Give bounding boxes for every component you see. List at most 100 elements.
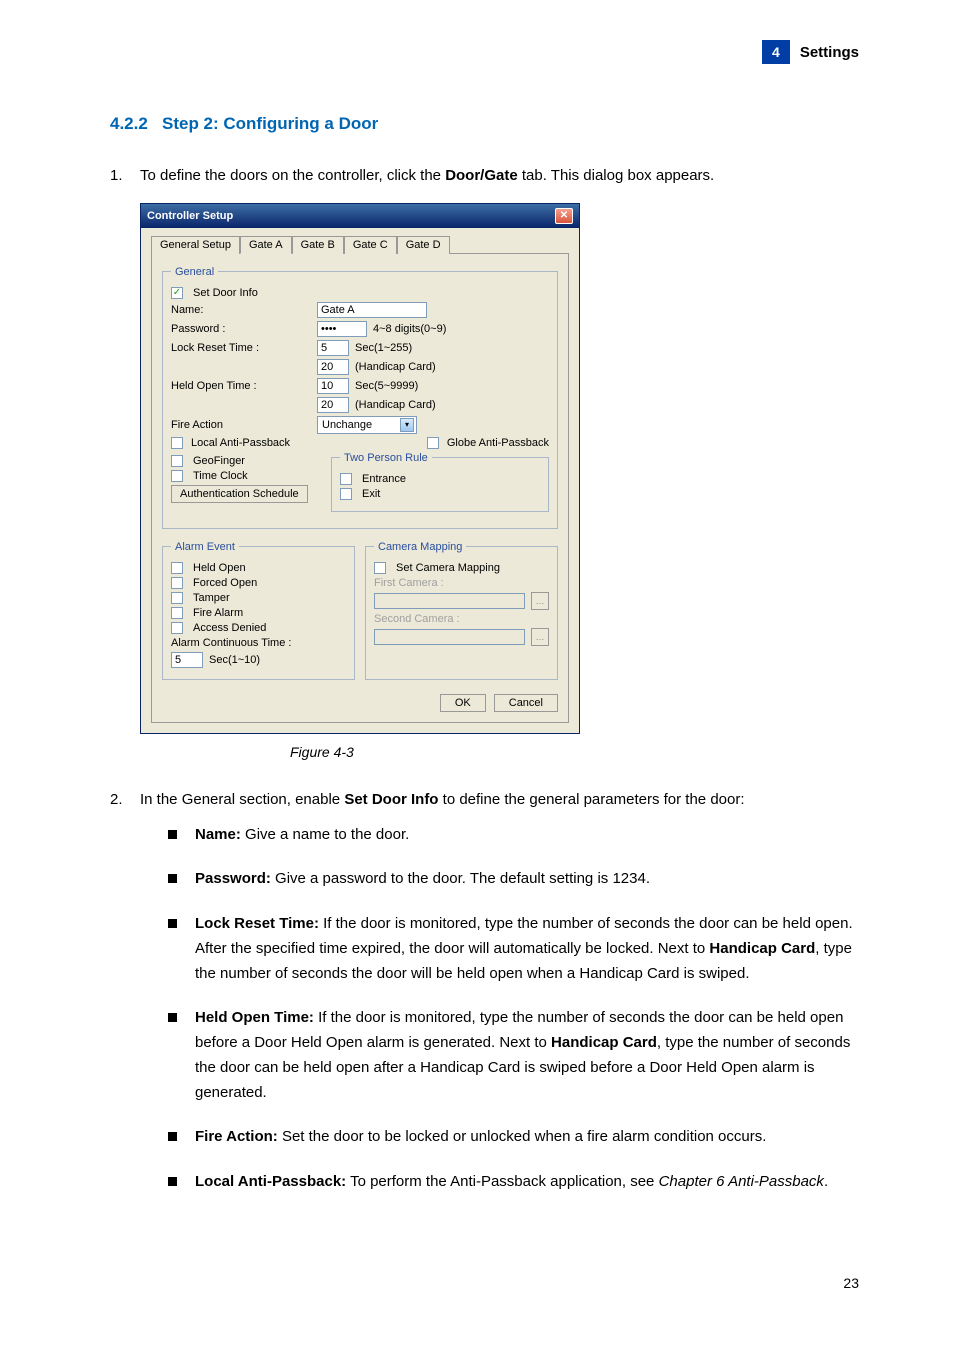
- bullet-held-open: Held Open Time: If the door is monitored…: [168, 1006, 859, 1105]
- lock-reset-hint-1: Sec(1~255): [355, 342, 412, 354]
- two-person-fieldset: Two Person Rule Entrance Exit: [331, 452, 549, 512]
- camera-mapping-fieldset: Camera Mapping Set Camera Mapping First …: [365, 541, 558, 680]
- bullet-fireaction-bold: Fire Action:: [195, 1128, 278, 1145]
- page-number: 23: [110, 1275, 859, 1291]
- exit-label: Exit: [362, 488, 380, 500]
- first-camera-input: [374, 593, 525, 609]
- tamper-label: Tamper: [193, 592, 230, 604]
- bullet-password-bold: Password:: [195, 870, 271, 887]
- forced-open-checkbox[interactable]: [171, 577, 183, 589]
- step-1-number: 1.: [110, 164, 130, 189]
- access-denied-checkbox[interactable]: [171, 622, 183, 634]
- ok-button[interactable]: OK: [440, 694, 486, 712]
- globe-apb-label: Globe Anti-Passback: [447, 437, 549, 449]
- cancel-button[interactable]: Cancel: [494, 694, 558, 712]
- globe-apb-checkbox[interactable]: [427, 437, 439, 449]
- second-camera-browse-button: …: [531, 628, 549, 646]
- local-apb-checkbox[interactable]: [171, 437, 183, 449]
- tab-gate-a[interactable]: Gate A: [240, 236, 292, 254]
- held-open-input-1[interactable]: [317, 378, 349, 394]
- alarm-legend: Alarm Event: [171, 541, 239, 553]
- bullet-localapb-t2: .: [824, 1173, 828, 1190]
- dialog-title: Controller Setup: [147, 210, 233, 222]
- fire-action-label: Fire Action: [171, 419, 311, 431]
- general-fieldset: General Set Door Info Name: Password : 4…: [162, 266, 558, 529]
- two-person-legend: Two Person Rule: [340, 452, 432, 464]
- close-icon[interactable]: ✕: [555, 208, 573, 224]
- bullet-lockreset-bold2: Handicap Card: [709, 940, 815, 957]
- general-legend: General: [171, 266, 218, 278]
- auth-schedule-button[interactable]: Authentication Schedule: [171, 485, 308, 503]
- alarm-cont-hint: Sec(1~10): [209, 654, 260, 666]
- bullet-marker-icon: [168, 830, 177, 839]
- access-denied-label: Access Denied: [193, 622, 266, 634]
- lock-reset-hint-2: (Handicap Card): [355, 361, 436, 373]
- bullet-name-bold: Name:: [195, 826, 241, 843]
- held-open-input-2[interactable]: [317, 397, 349, 413]
- bullet-local-apb: Local Anti-Passback: To perform the Anti…: [168, 1170, 859, 1195]
- bullet-password: Password: Give a password to the door. T…: [168, 867, 859, 892]
- bullet-marker-icon: [168, 1132, 177, 1141]
- bullet-lock-reset: Lock Reset Time: If the door is monitore…: [168, 912, 859, 986]
- step-1-text-2: tab. This dialog box appears.: [518, 167, 715, 184]
- bullet-password-text: Give a password to the door. The default…: [271, 870, 650, 887]
- set-door-info-label: Set Door Info: [193, 287, 258, 299]
- held-open-hint-1: Sec(5~9999): [355, 380, 418, 392]
- figure-caption: Figure 4-3: [290, 744, 859, 760]
- set-camera-label: Set Camera Mapping: [396, 562, 500, 574]
- entrance-checkbox[interactable]: [340, 473, 352, 485]
- tab-general-setup[interactable]: General Setup: [151, 236, 240, 254]
- section-number: 4.2.2: [110, 114, 148, 133]
- chapter-title: Settings: [800, 44, 859, 61]
- bullet-fireaction-text: Set the door to be locked or unlocked wh…: [278, 1128, 767, 1145]
- dialog-tabs: General Setup Gate A Gate B Gate C Gate …: [151, 236, 569, 254]
- dialog-titlebar: Controller Setup ✕: [141, 204, 579, 228]
- bullet-localapb-bold: Local Anti-Passback:: [195, 1173, 346, 1190]
- geofinger-checkbox[interactable]: [171, 455, 183, 467]
- tab-gate-d[interactable]: Gate D: [397, 236, 450, 254]
- step-2-number: 2.: [110, 788, 130, 1215]
- bullet-marker-icon: [168, 874, 177, 883]
- first-camera-browse-button: …: [531, 592, 549, 610]
- step-1-text-1: To define the doors on the controller, c…: [140, 167, 445, 184]
- controller-setup-dialog: Controller Setup ✕ General Setup Gate A …: [140, 203, 580, 734]
- bullet-localapb-t1: To perform the Anti-Passback application…: [346, 1173, 658, 1190]
- lock-reset-input-2[interactable]: [317, 359, 349, 375]
- name-input[interactable]: [317, 302, 427, 318]
- lock-reset-input-1[interactable]: [317, 340, 349, 356]
- bullet-localapb-italic: Chapter 6 Anti-Passback: [659, 1173, 824, 1190]
- forced-open-label: Forced Open: [193, 577, 257, 589]
- bullet-name-text: Give a name to the door.: [241, 826, 409, 843]
- first-camera-label: First Camera :: [374, 577, 549, 589]
- step-2-bold: Set Door Info: [344, 791, 438, 808]
- bullet-heldopen-bold: Held Open Time:: [195, 1009, 314, 1026]
- name-label: Name:: [171, 304, 311, 316]
- fire-action-value: Unchange: [322, 419, 372, 431]
- fire-alarm-checkbox[interactable]: [171, 607, 183, 619]
- fire-action-select[interactable]: Unchange ▾: [317, 416, 417, 434]
- section-title: Step 2: Configuring a Door: [162, 114, 378, 133]
- bullet-marker-icon: [168, 1177, 177, 1186]
- tab-gate-b[interactable]: Gate B: [292, 236, 344, 254]
- camera-legend: Camera Mapping: [374, 541, 466, 553]
- exit-checkbox[interactable]: [340, 488, 352, 500]
- fire-alarm-label: Fire Alarm: [193, 607, 243, 619]
- second-camera-label: Second Camera :: [374, 613, 549, 625]
- held-open-alarm-label: Held Open: [193, 562, 246, 574]
- bullet-marker-icon: [168, 1013, 177, 1022]
- local-apb-label: Local Anti-Passback: [191, 437, 290, 449]
- set-door-info-checkbox[interactable]: [171, 287, 183, 299]
- second-camera-input: [374, 629, 525, 645]
- chapter-number-badge: 4: [762, 40, 790, 64]
- held-open-checkbox[interactable]: [171, 562, 183, 574]
- page-header: 4 Settings: [110, 40, 859, 64]
- password-input[interactable]: [317, 321, 367, 337]
- tamper-checkbox[interactable]: [171, 592, 183, 604]
- set-camera-checkbox[interactable]: [374, 562, 386, 574]
- geofinger-label: GeoFinger: [193, 455, 245, 467]
- step-2-text-2: to define the general parameters for the…: [438, 791, 744, 808]
- timeclock-checkbox[interactable]: [171, 470, 183, 482]
- alarm-cont-input[interactable]: [171, 652, 203, 668]
- tab-gate-c[interactable]: Gate C: [344, 236, 397, 254]
- step-1: 1. To define the doors on the controller…: [110, 164, 859, 189]
